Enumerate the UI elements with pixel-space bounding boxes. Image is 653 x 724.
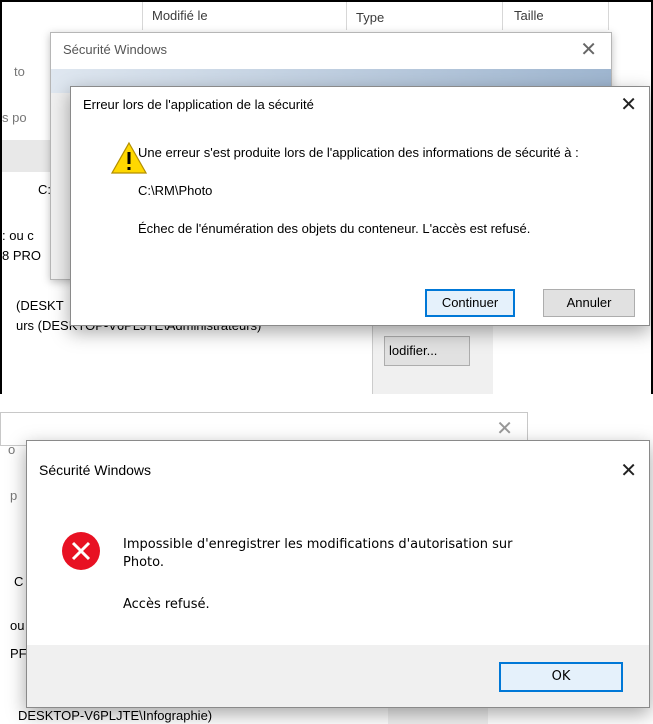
bg-fragment: (DESKT bbox=[16, 298, 64, 313]
error-message-target: Photo. bbox=[123, 555, 164, 570]
bg-edit-button[interactable]: lodifier... bbox=[384, 336, 470, 366]
dialog-title: Sécurité Windows bbox=[39, 462, 152, 478]
close-icon: ✕ bbox=[496, 418, 513, 440]
panel-separator bbox=[0, 394, 653, 412]
bg-fragment: C bbox=[14, 574, 24, 589]
dialog-title: Erreur lors de l'application de la sécur… bbox=[83, 97, 314, 112]
dialog-footer: OK bbox=[27, 645, 649, 707]
column-divider bbox=[608, 2, 609, 30]
error-message: Une erreur s'est produite lors de l'appl… bbox=[138, 145, 579, 160]
bottom-screenshot-panel: ✕ o p C ou PF DESKTOP-V6PLJTE\Infographi… bbox=[0, 412, 653, 724]
behind-dialog-titlebar: Sécurité Windows ✕ bbox=[51, 33, 611, 69]
error-detail: Échec de l'énumération des objets du con… bbox=[138, 221, 531, 236]
error-icon bbox=[61, 531, 101, 571]
column-divider bbox=[346, 2, 347, 30]
column-divider bbox=[142, 2, 143, 30]
column-type[interactable]: Type bbox=[356, 10, 384, 25]
column-divider bbox=[502, 2, 503, 30]
bg-fragment: p bbox=[10, 488, 18, 503]
security-error-dialog: Sécurité Windows ✕ Impossible d'enregist… bbox=[26, 440, 650, 708]
close-icon[interactable]: ✕ bbox=[620, 461, 637, 481]
close-icon[interactable]: ✕ bbox=[580, 40, 597, 60]
error-dialog: Erreur lors de l'application de la sécur… bbox=[70, 86, 650, 326]
bg-fragment: 8 PRO bbox=[2, 248, 42, 263]
ok-button[interactable]: OK bbox=[499, 662, 623, 692]
column-size[interactable]: Taille bbox=[514, 8, 544, 23]
bg-fragment: PF bbox=[10, 646, 27, 661]
column-modified[interactable]: Modifié le bbox=[152, 8, 208, 23]
bg-fragment: : ou c bbox=[2, 228, 34, 243]
cancel-button[interactable]: Annuler bbox=[543, 289, 635, 317]
bg-fragment: to bbox=[14, 64, 25, 79]
close-icon[interactable]: ✕ bbox=[620, 95, 637, 115]
error-detail: Accès refusé. bbox=[123, 597, 210, 612]
error-message: Impossible d'enregistrer les modificatio… bbox=[123, 537, 513, 552]
continue-button[interactable]: Continuer bbox=[425, 289, 515, 317]
top-screenshot-panel: Modifié le Type Taille to s po C:\ : ou … bbox=[0, 0, 653, 394]
bg-fragment: ou bbox=[10, 618, 25, 633]
bg-fragment: s po bbox=[2, 110, 27, 125]
error-path: C:\RM\Photo bbox=[138, 183, 213, 198]
explorer-column-header: Modifié le Type Taille bbox=[2, 2, 651, 30]
behind-dialog-title: Sécurité Windows bbox=[63, 42, 168, 57]
bg-fragment: DESKTOP-V6PLJTE\Infographie) bbox=[18, 708, 213, 723]
bg-fragment: o bbox=[8, 442, 16, 457]
